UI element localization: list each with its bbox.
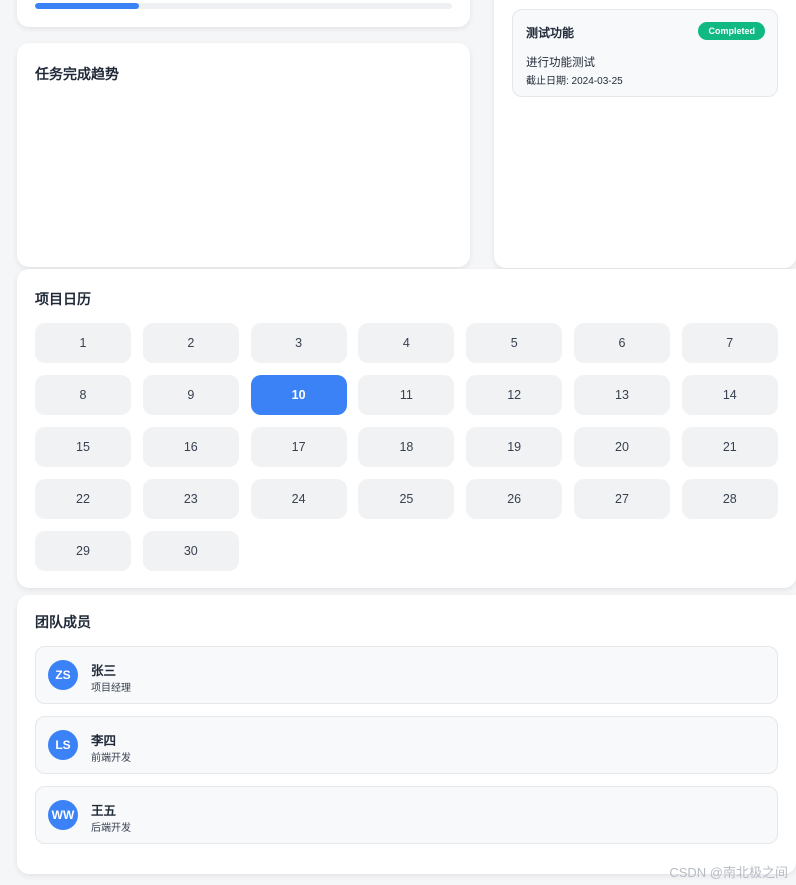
calendar-day[interactable]: 29 <box>35 531 131 571</box>
team-card: 团队成员 ZS 张三 项目经理 LS 李四 前端开发 WW 王五 后端开发 <box>17 595 796 874</box>
task-due-date: 截止日期: 2024-03-25 <box>526 76 623 87</box>
team-title: 团队成员 <box>35 614 91 630</box>
calendar-day[interactable]: 1 <box>35 323 131 363</box>
team-member[interactable]: LS 李四 前端开发 <box>35 716 778 774</box>
member-role: 后端开发 <box>91 823 131 834</box>
status-badge: Completed <box>698 22 765 40</box>
progress-card <box>17 0 470 27</box>
task-description: 进行功能测试 <box>526 57 595 69</box>
calendar-day[interactable]: 6 <box>573 323 670 363</box>
calendar-day[interactable]: 9 <box>142 375 239 415</box>
team-member[interactable]: ZS 张三 项目经理 <box>35 646 778 704</box>
calendar-day[interactable]: 11 <box>358 375 455 415</box>
calendar-day[interactable]: 2 <box>142 323 239 363</box>
calendar-day[interactable]: 4 <box>358 323 455 363</box>
task-item[interactable]: 测试功能 Completed 进行功能测试 截止日期: 2024-03-25 <box>512 9 778 97</box>
member-name: 李四 <box>91 734 117 748</box>
progress-fill <box>35 3 140 9</box>
calendar-grid: 1 2 3 4 5 6 7 8 9 10 11 12 13 14 15 16 17 18 19 20 21 22 23 24 2… <box>35 323 778 571</box>
calendar-day[interactable]: 3 <box>250 323 347 363</box>
calendar-day[interactable]: 22 <box>35 479 131 519</box>
avatar: LS <box>48 730 78 760</box>
calendar-day[interactable]: 10 <box>250 375 347 415</box>
calendar-day[interactable]: 30 <box>142 531 239 571</box>
calendar-title: 项目日历 <box>35 291 91 307</box>
calendar-day[interactable]: 12 <box>466 375 563 415</box>
calendar-day[interactable]: 21 <box>681 427 778 467</box>
calendar-day[interactable]: 5 <box>466 323 563 363</box>
progress-bar <box>35 3 452 9</box>
trend-title: 任务完成趋势 <box>35 66 119 82</box>
member-name: 王五 <box>91 804 117 818</box>
calendar-day[interactable]: 28 <box>681 479 778 519</box>
watermark: CSDN @南北极之间 <box>669 865 788 880</box>
calendar-day[interactable]: 18 <box>358 427 455 467</box>
tasks-card: 测试功能 Completed 进行功能测试 截止日期: 2024-03-25 <box>494 0 796 268</box>
member-role: 前端开发 <box>91 753 131 764</box>
calendar-day[interactable]: 17 <box>250 427 347 467</box>
calendar-day[interactable]: 25 <box>358 479 455 519</box>
calendar-day[interactable]: 19 <box>466 427 563 467</box>
calendar-day[interactable]: 16 <box>142 427 239 467</box>
avatar: WW <box>48 800 78 830</box>
calendar-day[interactable]: 8 <box>35 375 131 415</box>
calendar-card: 项目日历 1 2 3 4 5 6 7 8 9 10 11 12 13 14 15 16 17 18 19 20 21 22… <box>17 269 796 588</box>
calendar-day[interactable]: 20 <box>573 427 670 467</box>
task-name: 测试功能 <box>526 26 575 40</box>
calendar-day[interactable]: 24 <box>250 479 347 519</box>
calendar-day[interactable]: 15 <box>35 427 131 467</box>
member-name: 张三 <box>91 664 117 678</box>
calendar-day[interactable]: 27 <box>573 479 670 519</box>
trend-card: 任务完成趋势 <box>17 43 470 267</box>
calendar-day[interactable]: 23 <box>142 479 239 519</box>
calendar-day[interactable]: 13 <box>573 375 670 415</box>
calendar-day[interactable]: 14 <box>681 375 778 415</box>
calendar-day[interactable]: 26 <box>466 479 563 519</box>
team-member[interactable]: WW 王五 后端开发 <box>35 786 778 844</box>
avatar: ZS <box>48 660 78 690</box>
member-role: 项目经理 <box>91 683 131 694</box>
calendar-day[interactable]: 7 <box>681 323 778 363</box>
